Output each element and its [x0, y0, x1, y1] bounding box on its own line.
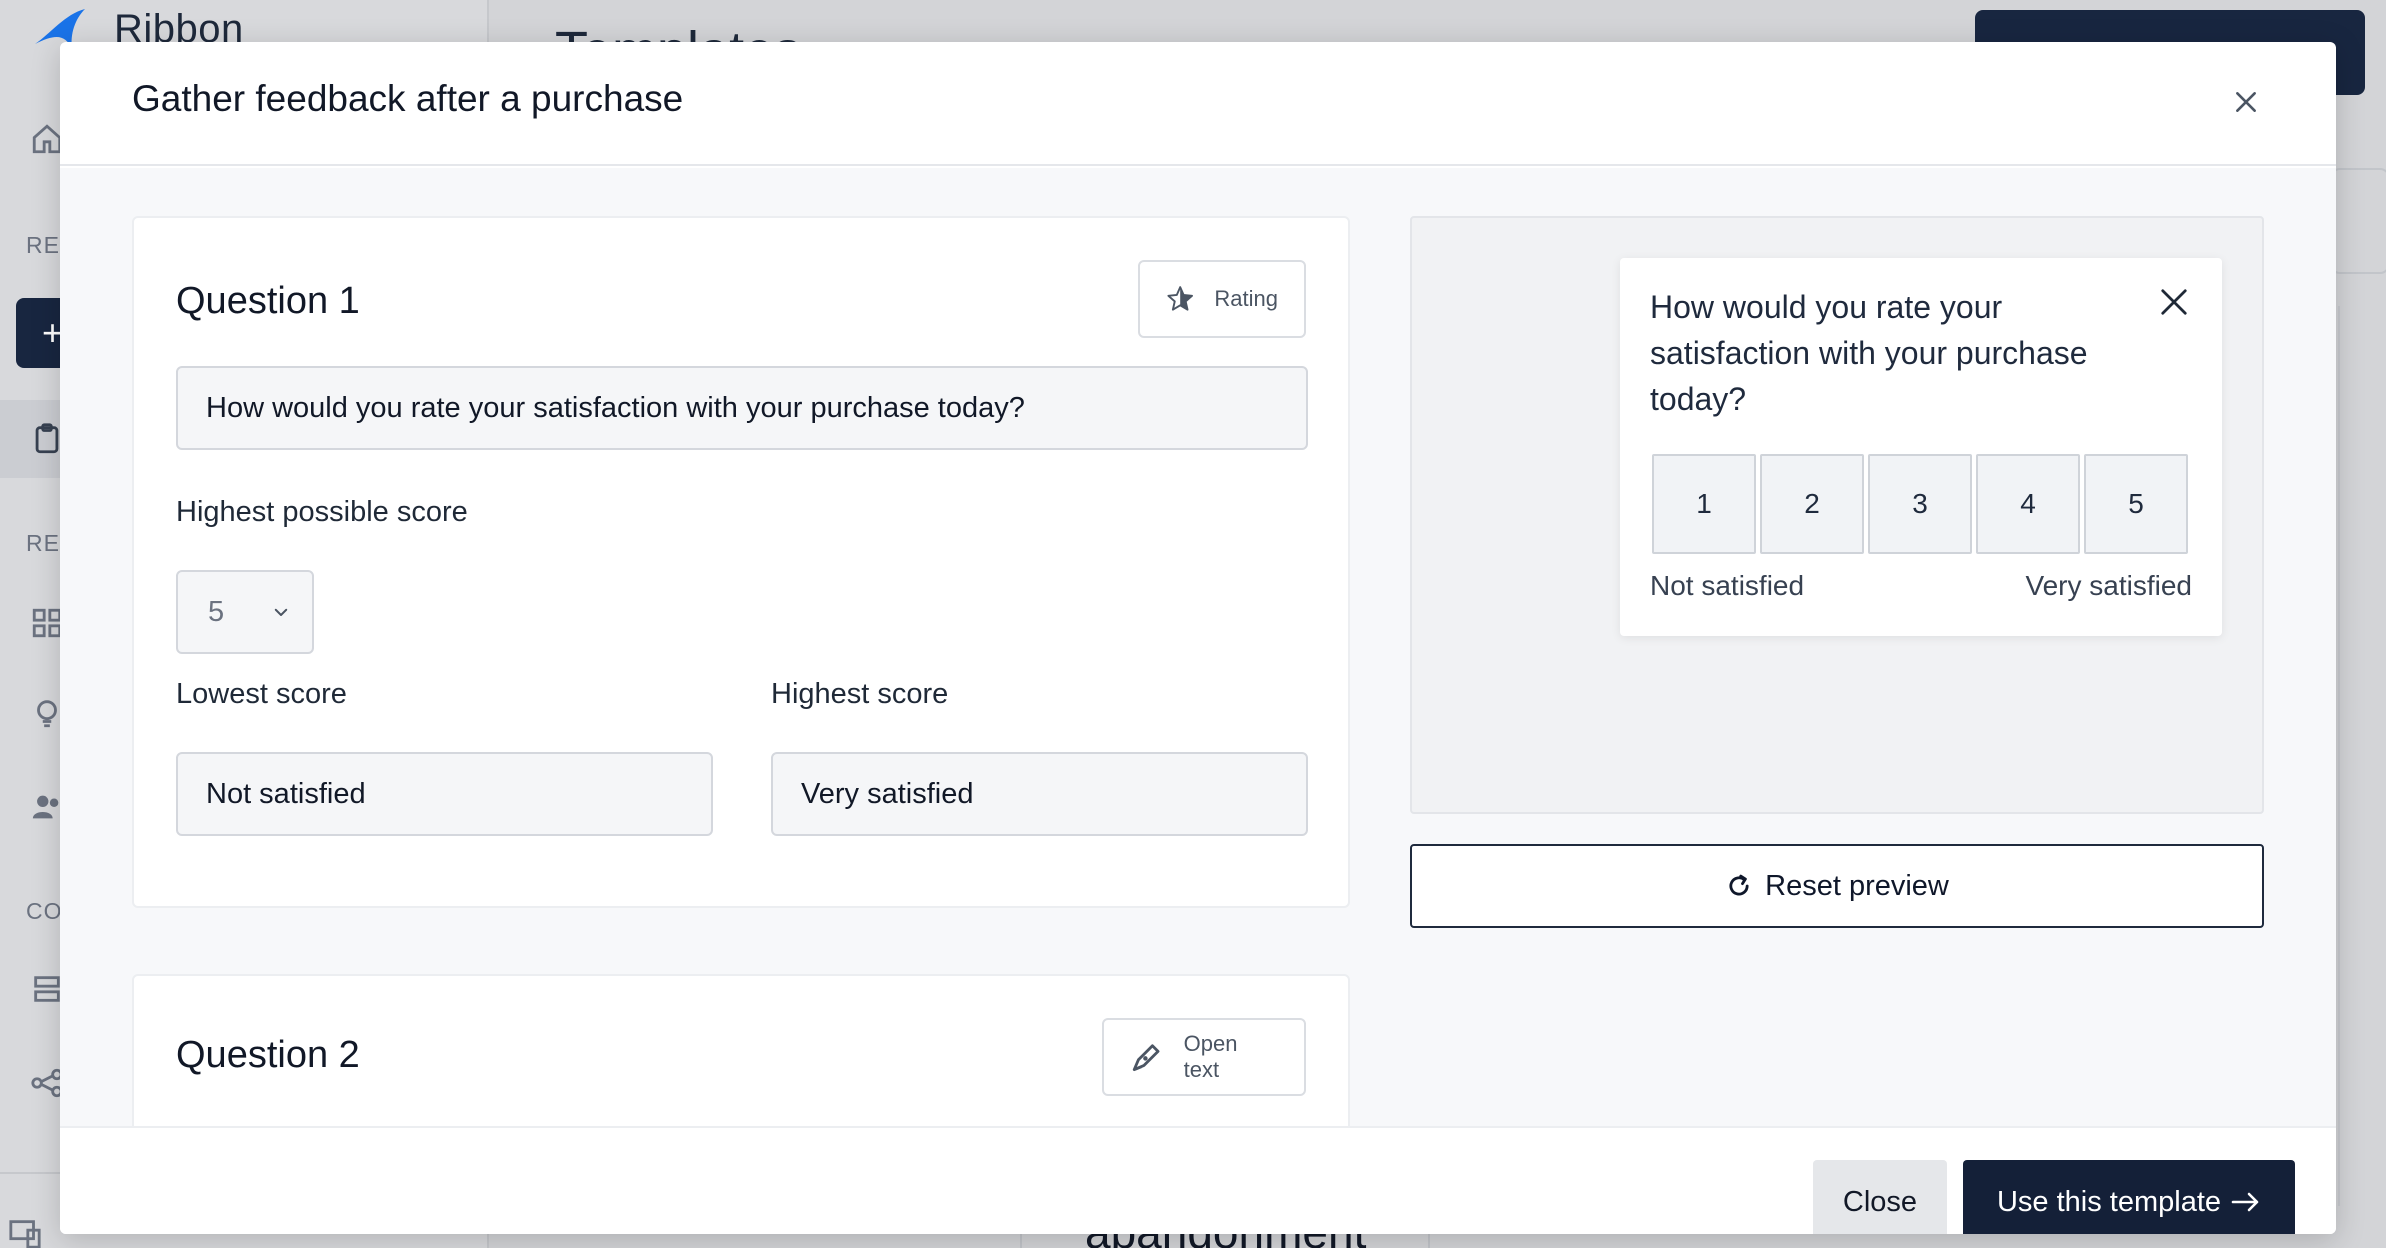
- clipboard-icon[interactable]: [30, 422, 64, 456]
- pen-icon: [1132, 1044, 1160, 1072]
- modal-close-button[interactable]: [2226, 82, 2266, 122]
- question-card-1: Question 1 Rating How would you rate you…: [132, 216, 1350, 908]
- question-type-chip-open-text[interactable]: Open text: [1102, 1018, 1306, 1096]
- users-icon[interactable]: [30, 790, 64, 824]
- rating-option-3[interactable]: 3: [1868, 454, 1972, 554]
- lightbulb-icon[interactable]: [30, 696, 64, 730]
- reset-preview-button[interactable]: Reset preview: [1410, 844, 2264, 928]
- devices-icon[interactable]: [8, 1216, 42, 1248]
- modal-header: Gather feedback after a purchase: [60, 42, 2336, 166]
- question-card-2: Question 2 Open text: [132, 974, 1350, 1126]
- lowest-score-label: Lowest score: [176, 678, 347, 710]
- rating-option-2[interactable]: 2: [1760, 454, 1864, 554]
- highest-possible-score-label: Highest possible score: [176, 496, 468, 528]
- share-nodes-icon[interactable]: [30, 1066, 64, 1100]
- grid-icon[interactable]: [30, 606, 64, 640]
- refresh-icon: [1729, 874, 1749, 896]
- question-type-chip-rating[interactable]: Rating: [1138, 260, 1306, 338]
- lowest-score-input[interactable]: Not satisfied: [176, 752, 713, 836]
- arrow-right-icon: [2231, 1192, 2259, 1212]
- highest-score-input[interactable]: Very satisfied: [771, 752, 1308, 836]
- reset-preview-label: Reset preview: [1765, 869, 1949, 902]
- background-column: [2338, 306, 2386, 1206]
- question-title: Question 2: [176, 1034, 360, 1076]
- home-icon[interactable]: [30, 122, 64, 156]
- rating-option-1[interactable]: 1: [1652, 454, 1756, 554]
- highest-score-label: Highest score: [771, 678, 949, 710]
- scale-low-label: Not satisfied: [1650, 570, 1805, 601]
- rating-scale: 1 2 3 4 5: [1652, 454, 2188, 554]
- rating-option-5[interactable]: 5: [2084, 454, 2188, 554]
- rating-option-4[interactable]: 4: [1976, 454, 2080, 554]
- survey-preview-area: How would you rate your satisfaction wit…: [1410, 216, 2264, 814]
- question-text-input[interactable]: How would you rate your satisfaction wit…: [176, 366, 1308, 450]
- sidebar-section-label: CO: [26, 898, 63, 924]
- question-type-label: Rating: [1214, 286, 1278, 311]
- star-icon: [1167, 286, 1193, 311]
- chevron-down-icon: [274, 608, 288, 616]
- popup-question-text: How would you rate your satisfaction wit…: [1650, 289, 2088, 417]
- stack-icon[interactable]: [30, 972, 64, 1006]
- select-value: 5: [208, 595, 225, 628]
- close-button[interactable]: Close: [1813, 1160, 1947, 1234]
- close-icon: [2236, 92, 2256, 112]
- modal-footer: Close Use this template: [60, 1126, 2336, 1234]
- use-template-label: Use this template: [1996, 1185, 2222, 1218]
- survey-popup: How would you rate your satisfaction wit…: [1620, 258, 2222, 636]
- close-icon: [2161, 289, 2187, 315]
- background-input[interactable]: [2330, 168, 2386, 274]
- question-type-label: Open text: [1183, 1031, 1238, 1082]
- use-template-button[interactable]: Use this template: [1963, 1160, 2295, 1234]
- modal-title: Gather feedback after a purchase: [132, 78, 684, 119]
- template-modal: Gather feedback after a purchase Questio…: [60, 42, 2336, 1234]
- scale-high-label: Very satisfied: [2025, 570, 2192, 601]
- highest-possible-score-select[interactable]: 5: [176, 570, 314, 654]
- modal-body[interactable]: Question 1 Rating How would you rate you…: [60, 168, 2336, 1126]
- question-title: Question 1: [176, 280, 360, 322]
- popup-close-button[interactable]: [2156, 284, 2192, 320]
